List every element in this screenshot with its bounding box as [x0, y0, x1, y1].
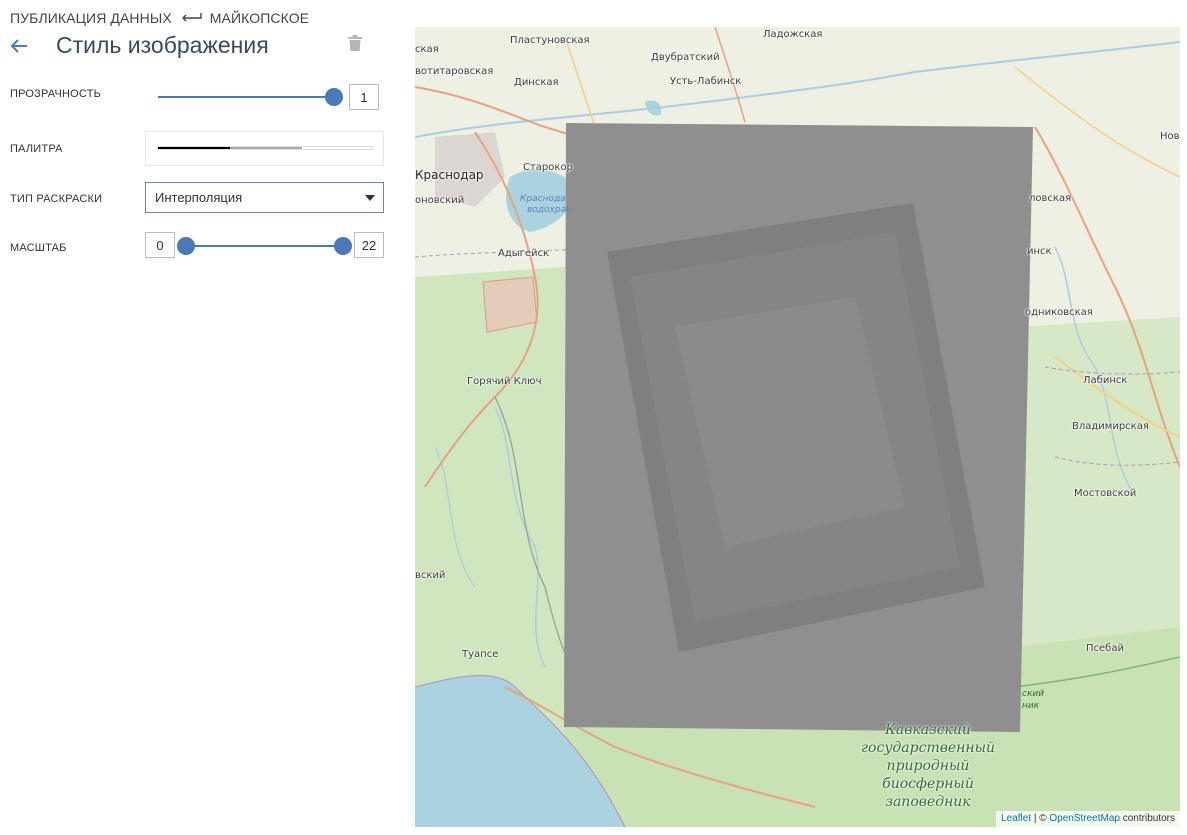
map-label-vladimirskaya: Владимирская: [1072, 421, 1149, 432]
page-title: Стиль изображения: [56, 32, 269, 58]
map-label-labinsk: Лабинск: [1083, 375, 1128, 386]
scale-slider-min-thumb[interactable]: [177, 237, 195, 255]
title-row: Стиль изображения: [10, 32, 370, 60]
map-label-votitarovskaya: вотитаровская: [415, 66, 494, 77]
map-label-dvubratsky: Двубратский: [651, 52, 720, 63]
scale-slider-track[interactable]: [186, 245, 343, 247]
reserve-line-1: Кавказский: [885, 722, 971, 738]
reserve-line-4: биосферный: [882, 776, 974, 792]
map-label-nov: Нов: [1160, 131, 1180, 142]
map-label-onovsky: оновский: [415, 195, 465, 206]
reserve-line-3: природный: [886, 758, 970, 774]
caret-down-icon: [365, 195, 375, 201]
palette-segment-black: [158, 147, 230, 149]
opacity-slider-thumb[interactable]: [325, 88, 343, 106]
attribution-suffix: contributors: [1119, 813, 1175, 824]
breadcrumb-current: МАЙКОПСКОЕ: [209, 10, 310, 26]
map-label-insk: инск: [1027, 246, 1052, 257]
coloring-type-label: ТИП РАСКРАСКИ: [10, 193, 103, 205]
palette-segment-white: [302, 147, 372, 149]
map-label-vsky: вский: [415, 570, 446, 581]
map-label-adygeysk: Адыгейск: [498, 248, 550, 259]
palette-label: ПАЛИТРА: [10, 143, 63, 155]
scale-label: МАСШТАБ: [10, 242, 67, 254]
map-label-krasnodar: Краснодар: [415, 168, 484, 182]
opacity-label: ПРОЗРАЧНОСТЬ: [10, 88, 102, 100]
map-label-ust-labinsk: Усть-Лабинск: [670, 76, 742, 87]
map-label-reserve-side-2: ник: [1022, 701, 1040, 711]
opacity-slider-track[interactable]: [158, 96, 334, 98]
map-base-layer: [415, 27, 1180, 827]
scale-max-box[interactable]: 22: [354, 232, 384, 258]
scale-min-box[interactable]: 0: [145, 232, 175, 258]
palette-gradient-bar: [157, 146, 373, 150]
map-label-reserve-side-1: ский: [1022, 689, 1045, 699]
map-view[interactable]: Пластуновская Ладожская Двубратский Динс…: [415, 27, 1180, 827]
map-label-mostovskoy: Мостовской: [1074, 488, 1137, 499]
map-label-reserve: Кавказский государственный природный био…: [853, 721, 1003, 811]
map-label-dinskaya: Динская: [514, 77, 559, 88]
return-arrow-icon: [180, 12, 202, 24]
attribution-separator: | ©: [1031, 813, 1050, 824]
map-label-skaya-left: ская: [415, 44, 439, 55]
opacity-value-box[interactable]: 1: [349, 84, 379, 110]
palette-segment-gray: [230, 147, 302, 149]
map-label-lovskaya: ловская: [1029, 193, 1072, 204]
map-attribution: Leaflet | © OpenStreetMap contributors: [996, 811, 1180, 827]
palette-picker[interactable]: [145, 131, 384, 166]
delete-button[interactable]: [348, 35, 362, 56]
map-label-reservoir-2: водохран: [527, 205, 572, 215]
coloring-type-select[interactable]: Интерполяция: [145, 182, 384, 213]
map-label-starokor: Старокор: [523, 162, 573, 173]
coloring-type-selected: Интерполяция: [155, 190, 243, 205]
osm-link[interactable]: OpenStreetMap: [1049, 813, 1120, 824]
map-label-ladozhskaya: Ладожская: [763, 29, 823, 40]
trash-icon: [348, 35, 362, 51]
breadcrumb-parent-link[interactable]: ПУБЛИКАЦИЯ ДАННЫХ: [10, 10, 172, 26]
map-label-odnikovskaya: одниковская: [1025, 307, 1093, 318]
leaflet-link[interactable]: Leaflet: [1001, 813, 1031, 824]
map-label-goryachy-klyuch: Горячий Ключ: [467, 376, 542, 387]
back-button[interactable]: [10, 35, 32, 57]
map-label-tuapse: Туапсе: [462, 649, 499, 660]
arrow-left-icon: [10, 39, 27, 53]
map-label-psebay: Псебай: [1086, 643, 1124, 654]
reserve-line-2: государственный: [860, 740, 996, 756]
reserve-line-5: заповедник: [885, 794, 971, 810]
breadcrumb: ПУБЛИКАЦИЯ ДАННЫХ МАЙКОПСКОЕ: [10, 9, 309, 27]
map-label-plastunovskaya: Пластуновская: [510, 35, 590, 46]
map-label-reservoir-1: Краснода: [520, 194, 566, 204]
scale-slider-max-thumb[interactable]: [334, 237, 352, 255]
